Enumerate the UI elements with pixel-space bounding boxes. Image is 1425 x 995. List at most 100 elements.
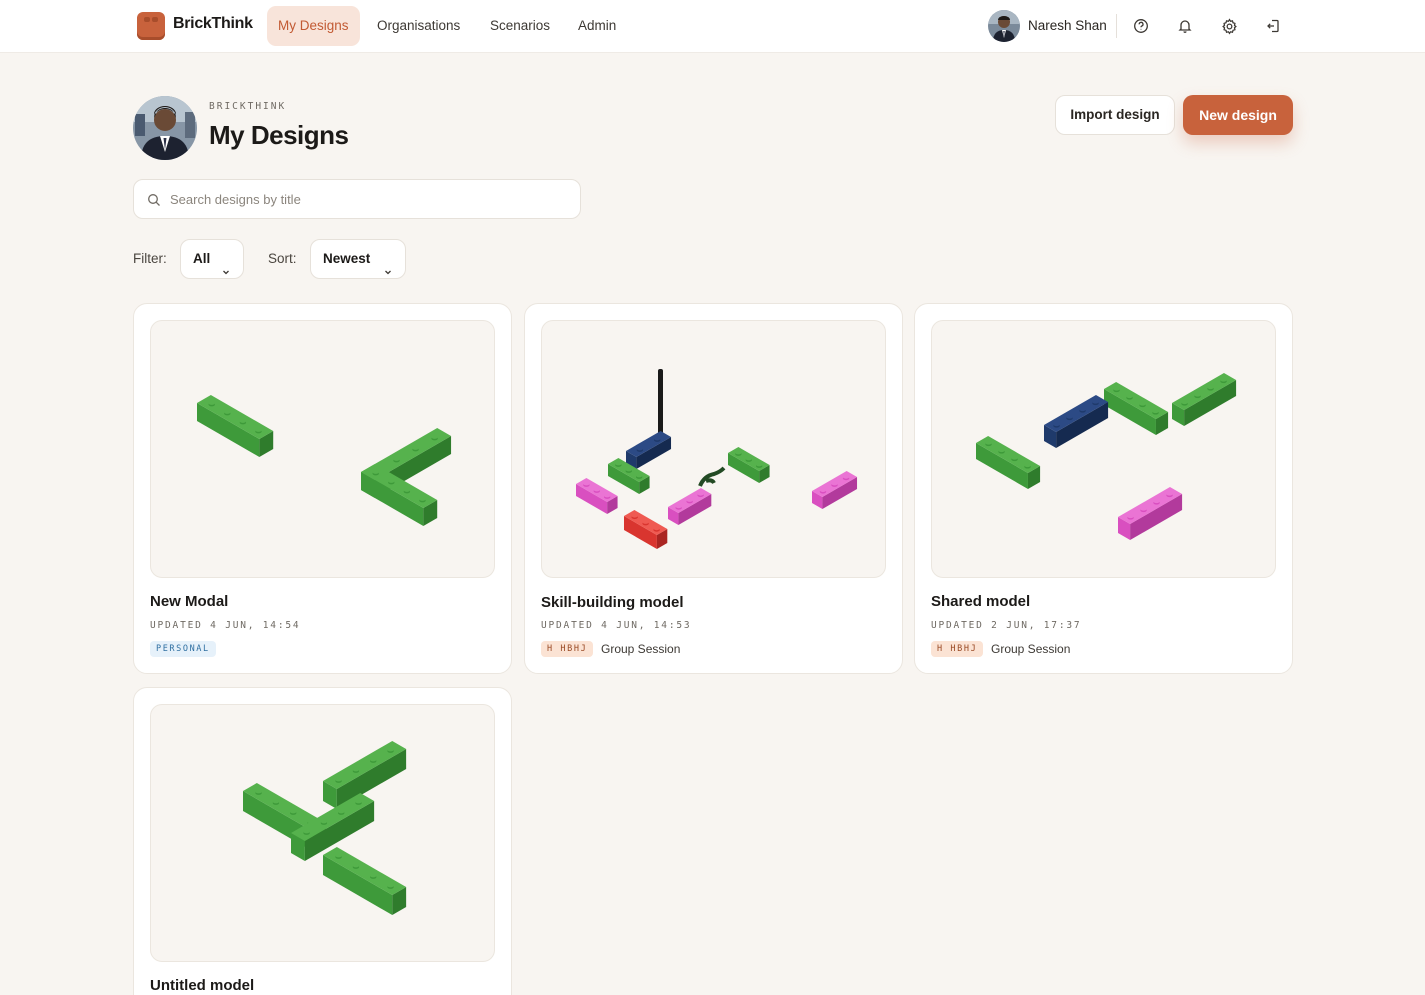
- brick-stud: [1126, 394, 1133, 399]
- new-design-button[interactable]: New design: [1183, 95, 1293, 135]
- session-label: Group Session: [991, 642, 1071, 656]
- page-eyebrow: BRICKTHINK: [209, 101, 287, 112]
- design-title[interactable]: Shared model: [931, 593, 1030, 610]
- brickthink-logo-icon[interactable]: [137, 12, 165, 40]
- gear-icon[interactable]: [1217, 14, 1241, 38]
- brick-stud: [1113, 386, 1120, 391]
- brick-stud: [335, 853, 342, 858]
- user-avatar[interactable]: [988, 10, 1020, 42]
- nav-organisations[interactable]: Organisations: [366, 6, 471, 46]
- logout-icon[interactable]: [1261, 14, 1285, 38]
- brick-stud: [355, 799, 362, 804]
- design-thumbnail[interactable]: [541, 320, 886, 578]
- brick-stud: [1079, 407, 1086, 412]
- brick-stud: [1066, 414, 1073, 419]
- brick-stud: [745, 456, 752, 461]
- brick-stud: [1092, 399, 1099, 404]
- brand-name[interactable]: BrickThink: [173, 15, 253, 33]
- brick-stud: [290, 809, 297, 814]
- page-title: My Designs: [209, 120, 349, 150]
- brick-stud: [335, 777, 342, 782]
- nav-scenarios[interactable]: Scenarios: [479, 6, 561, 46]
- brick-stud: [625, 467, 632, 472]
- brick-stud: [675, 504, 682, 509]
- design-updated: UPDATED 4 JUN, 14:53: [541, 620, 692, 631]
- design-card[interactable]: Shared model UPDATED 2 JUN, 17:37 H HBHJ…: [914, 303, 1293, 674]
- brick-stud: [393, 457, 400, 461]
- brick-stud: [303, 829, 310, 834]
- brick-model-preview: [197, 395, 452, 526]
- brick-stud: [239, 419, 247, 423]
- nav-my-designs[interactable]: My Designs: [267, 6, 360, 46]
- design-title[interactable]: Skill-building model: [541, 594, 684, 611]
- brick-stud: [320, 819, 328, 824]
- chevron-down-icon: [383, 254, 393, 292]
- filter-label: Filter:: [133, 251, 167, 266]
- brick-stud: [255, 428, 262, 432]
- brick-stud: [208, 401, 215, 405]
- brick-stud: [1053, 422, 1060, 427]
- brick-stud: [831, 481, 838, 486]
- nav-admin[interactable]: Admin: [567, 6, 627, 46]
- design-card[interactable]: Skill-building model UPDATED 4 JUN, 14:5…: [524, 303, 903, 674]
- top-nav-bar: BrickThink My Designs Organisations Scen…: [0, 0, 1425, 53]
- brick-stud: [603, 493, 611, 498]
- session-label: Group Session: [601, 642, 681, 656]
- brick-stud: [998, 448, 1005, 453]
- profile-avatar: [133, 96, 197, 160]
- user-name[interactable]: Naresh Shan: [1028, 18, 1107, 33]
- brick-stud: [1011, 455, 1018, 460]
- brick-stud: [388, 479, 395, 483]
- brick-stud: [583, 481, 590, 486]
- design-thumbnail[interactable]: [931, 320, 1276, 578]
- brick-model-preview: [976, 373, 1237, 540]
- brick-stud: [615, 461, 622, 466]
- brick-stud: [370, 873, 377, 878]
- brick-model-preview: [243, 741, 407, 915]
- brick-stud: [1166, 491, 1173, 496]
- brick-stud: [631, 513, 638, 518]
- brick-stud: [593, 487, 600, 492]
- brick-stud: [697, 491, 704, 496]
- brick-stud: [819, 488, 827, 493]
- brick-stud: [642, 520, 649, 524]
- brick-stud: [338, 809, 345, 814]
- search-input[interactable]: [170, 180, 570, 218]
- brick-stud: [370, 757, 377, 762]
- brick-stud: [653, 436, 661, 441]
- brick-stud: [352, 767, 360, 772]
- design-thumbnail[interactable]: [150, 320, 495, 578]
- design-title[interactable]: New Modal: [150, 593, 228, 610]
- org-badge: H HBHJ: [931, 641, 984, 657]
- help-circle-icon[interactable]: [1129, 14, 1153, 38]
- brick-stud: [403, 488, 411, 492]
- design-card[interactable]: Untitled model: [133, 687, 512, 995]
- bell-icon[interactable]: [1173, 14, 1197, 38]
- brick-stud: [1153, 499, 1160, 504]
- design-title[interactable]: Untitled model: [150, 977, 254, 994]
- brick-stud: [387, 883, 394, 888]
- brick-stud: [1024, 463, 1031, 468]
- brick-stud: [224, 410, 231, 414]
- sort-label: Sort:: [268, 251, 297, 266]
- brick-stud: [842, 474, 850, 479]
- brick-stud: [1181, 400, 1188, 405]
- brick-stud: [255, 789, 262, 794]
- design-thumbnail[interactable]: [150, 704, 495, 962]
- sort-select[interactable]: Newest: [310, 239, 406, 279]
- brick-stud: [985, 440, 992, 445]
- design-card[interactable]: New Modal UPDATED 4 JUN, 14:54 PERSONAL: [133, 303, 512, 674]
- brick-stud: [352, 863, 360, 868]
- brick-stud: [372, 470, 379, 474]
- brick-stud: [1207, 385, 1214, 390]
- brick-stud: [636, 446, 644, 451]
- brick-stud: [653, 526, 660, 531]
- brick-stud: [635, 473, 643, 478]
- filter-select[interactable]: All: [180, 239, 244, 279]
- plant-piece: [698, 466, 726, 487]
- org-badge: H HBHJ: [541, 641, 594, 657]
- scope-badge: PERSONAL: [150, 641, 216, 657]
- filter-value: All: [193, 251, 211, 266]
- brick-stud: [412, 446, 419, 450]
- import-design-button[interactable]: Import design: [1055, 95, 1175, 135]
